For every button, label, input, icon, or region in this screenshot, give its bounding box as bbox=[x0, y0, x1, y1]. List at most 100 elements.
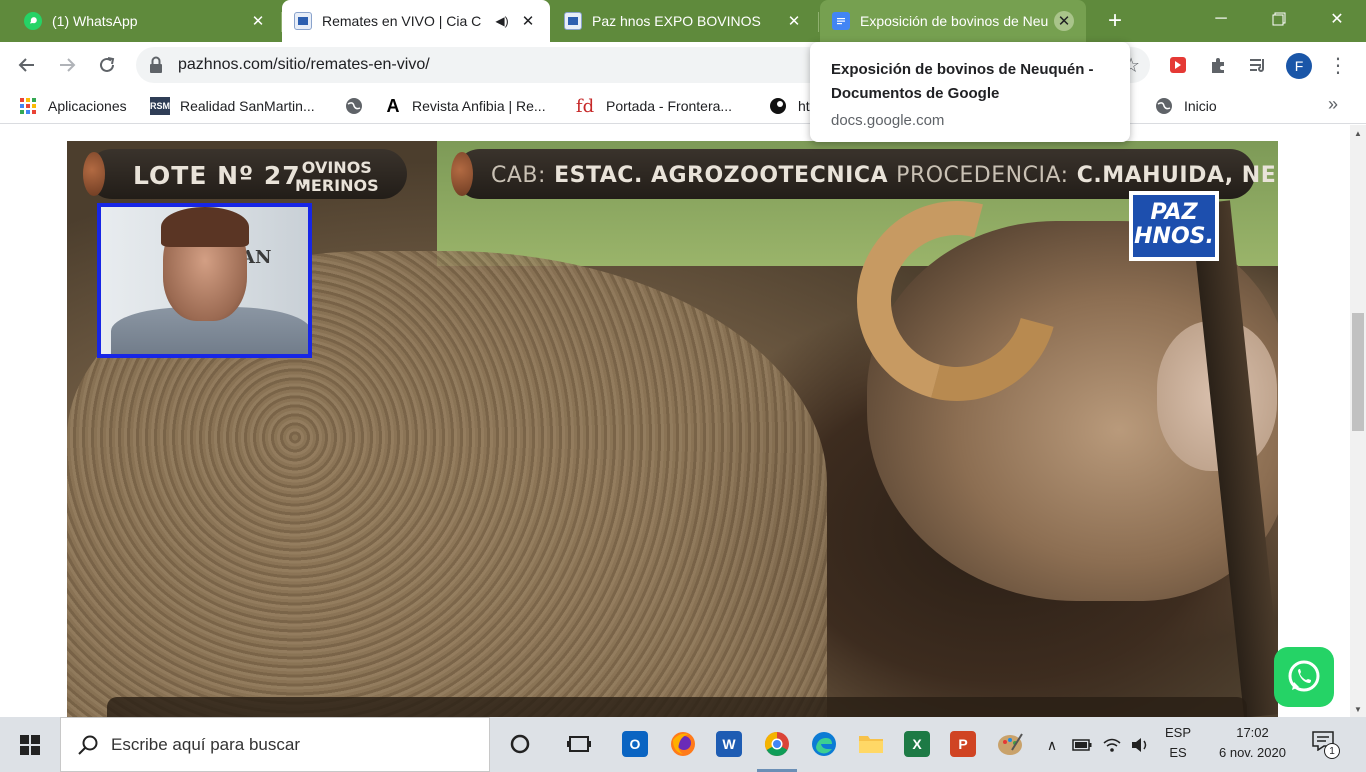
scroll-down-arrow-icon[interactable]: ▼ bbox=[1350, 701, 1366, 717]
start-button[interactable] bbox=[0, 717, 60, 772]
wifi-icon[interactable] bbox=[1100, 733, 1124, 757]
bookmarks-overflow-icon[interactable]: » bbox=[1328, 94, 1338, 115]
pazhnos-favicon bbox=[564, 12, 582, 30]
menu-kebab-icon[interactable]: ⋮ bbox=[1326, 51, 1350, 79]
google-docs-icon bbox=[832, 12, 850, 30]
picture-in-picture-presenter: AN bbox=[97, 203, 312, 358]
rsm-icon: RSM bbox=[150, 97, 170, 115]
lot-category: OVINOS MERINOS bbox=[295, 159, 379, 195]
bookmark-globe[interactable] bbox=[344, 95, 374, 117]
volume-icon[interactable] bbox=[1128, 733, 1152, 757]
show-hidden-icons-chevron-icon[interactable]: ∧ bbox=[1040, 733, 1064, 757]
bookmark-ht[interactable]: ht bbox=[768, 95, 810, 117]
search-icon bbox=[78, 735, 98, 755]
input-language-indicator[interactable]: ESP ES bbox=[1158, 723, 1198, 763]
origin-value: C.MAHUIDA, NEUQUÉN bbox=[1076, 163, 1278, 188]
notification-count-badge: 1 bbox=[1324, 743, 1340, 759]
taskbar-clock[interactable]: 17:02 6 nov. 2020 bbox=[1205, 723, 1300, 763]
origin-label: PROCEDENCIA: bbox=[896, 163, 1069, 188]
excel-icon[interactable]: X bbox=[900, 727, 934, 761]
close-tab-icon[interactable]: ✕ bbox=[784, 11, 804, 31]
action-center-button[interactable]: 1 bbox=[1312, 731, 1342, 759]
close-window-button[interactable]: ✕ bbox=[1312, 0, 1362, 38]
edge-icon[interactable] bbox=[807, 727, 841, 761]
back-button[interactable] bbox=[12, 50, 42, 80]
whatsapp-float-button[interactable] bbox=[1274, 647, 1334, 707]
close-tab-icon[interactable]: ✕ bbox=[248, 11, 268, 31]
bookmark-realidad-sanmartin[interactable]: RSM Realidad SanMartin... bbox=[150, 95, 315, 117]
fd-icon: fd bbox=[575, 95, 595, 117]
chrome-icon[interactable] bbox=[760, 727, 794, 761]
clock-date: 6 nov. 2020 bbox=[1219, 745, 1286, 760]
banner-cap bbox=[451, 152, 473, 196]
bookmark-label: Realidad SanMartin... bbox=[180, 98, 315, 114]
lot-banner: LOTE Nº 27. OVINOS MERINOS bbox=[83, 149, 407, 199]
extension-record-icon[interactable] bbox=[1166, 53, 1190, 77]
taskbar-search-box[interactable]: Escribe aquí para buscar bbox=[60, 717, 490, 772]
logo-line2: HNOS. bbox=[1134, 224, 1214, 249]
bookmark-label: Portada - Frontera... bbox=[606, 98, 733, 114]
page-content: LOTE Nº 27. OVINOS MERINOS CAB: ESTAC. A… bbox=[0, 125, 1350, 717]
file-explorer-icon[interactable] bbox=[854, 727, 888, 761]
globe-icon bbox=[344, 97, 364, 115]
bookmark-inicio[interactable]: Inicio bbox=[1154, 95, 1217, 117]
page-scrollbar[interactable]: ▲ ▼ bbox=[1350, 125, 1366, 717]
video-bottom-ticker bbox=[107, 697, 1247, 717]
firefox-icon[interactable] bbox=[666, 727, 700, 761]
lot-number: LOTE Nº 27. bbox=[133, 161, 312, 190]
bookmark-portada-frontera[interactable]: fd Portada - Frontera... bbox=[574, 95, 732, 117]
whatsapp-icon bbox=[1288, 660, 1320, 692]
bookmark-revista-anfibia[interactable]: A Revista Anfibia | Re... bbox=[384, 95, 546, 117]
lock-icon[interactable] bbox=[148, 56, 164, 74]
reload-button[interactable] bbox=[92, 50, 122, 80]
tab-expo-bovinos[interactable]: Paz hnos EXPO BOVINOS ✕ bbox=[552, 0, 816, 42]
close-tab-icon[interactable]: ✕ bbox=[1054, 11, 1074, 31]
keyboard-layout-code: ES bbox=[1169, 745, 1187, 760]
bookmark-apps[interactable]: Aplicaciones bbox=[18, 95, 127, 117]
bookmark-label: Revista Anfibia | Re... bbox=[412, 98, 546, 114]
scroll-up-arrow-icon[interactable]: ▲ bbox=[1350, 125, 1366, 141]
outlook-icon[interactable]: O bbox=[618, 727, 652, 761]
globe-icon bbox=[1154, 97, 1174, 115]
battery-icon[interactable] bbox=[1070, 733, 1094, 757]
bookmarks-bar: Aplicaciones RSM Realidad SanMartin... A… bbox=[0, 88, 1366, 124]
browser-toolbar: pazhnos.com/sitio/remates-en-vivo/ ☆ F ⋮ bbox=[0, 42, 1366, 88]
anfibia-icon: A bbox=[386, 95, 400, 116]
bookmark-label: ht bbox=[798, 98, 810, 114]
clock-time: 17:02 bbox=[1236, 725, 1269, 740]
forward-button[interactable] bbox=[52, 50, 82, 80]
language-code: ESP bbox=[1164, 725, 1191, 740]
windows-logo-icon bbox=[20, 734, 40, 755]
url-text[interactable]: pazhnos.com/sitio/remates-en-vivo/ bbox=[178, 56, 430, 74]
live-video-player[interactable]: LOTE Nº 27. OVINOS MERINOS CAB: ESTAC. A… bbox=[67, 141, 1278, 717]
tab-whatsapp[interactable]: (1) WhatsApp ✕ bbox=[12, 0, 280, 42]
paint-icon[interactable] bbox=[993, 727, 1027, 761]
new-tab-button[interactable]: + bbox=[1100, 6, 1130, 36]
profile-avatar[interactable]: F bbox=[1286, 53, 1312, 79]
scrollbar-thumb[interactable] bbox=[1352, 313, 1364, 431]
banner-cap bbox=[83, 152, 105, 196]
logo-line1: PAZ bbox=[1150, 200, 1198, 225]
tab-remates-en-vivo[interactable]: Remates en VIVO | Cia C ◀) ✕ bbox=[282, 0, 550, 42]
lot-category-line1: OVINOS bbox=[301, 158, 372, 177]
audio-playing-icon[interactable]: ◀) bbox=[492, 11, 512, 31]
powerpoint-icon[interactable]: P bbox=[946, 727, 980, 761]
bookmark-label: Inicio bbox=[1184, 98, 1217, 114]
pazhnos-logo: PAZ HNOS. bbox=[1129, 191, 1219, 261]
bookmark-label: Aplicaciones bbox=[48, 98, 127, 114]
pip-presenter-hair bbox=[161, 207, 249, 247]
maximize-button[interactable] bbox=[1254, 0, 1304, 38]
task-view-icon[interactable] bbox=[562, 727, 596, 761]
tab-title: Paz hnos EXPO BOVINOS bbox=[592, 13, 761, 29]
close-tab-icon[interactable]: ✕ bbox=[518, 11, 538, 31]
apps-grid-icon bbox=[18, 97, 38, 115]
tab-exposicion-bovinos-neuquen[interactable]: Exposición de bovinos de Neuquén ✕ bbox=[820, 0, 1086, 42]
cortana-icon[interactable] bbox=[503, 727, 537, 761]
extensions-puzzle-icon[interactable] bbox=[1206, 53, 1230, 77]
minimize-button[interactable]: ─ bbox=[1196, 0, 1246, 38]
cab-value: ESTAC. AGROZOOTECNICA bbox=[554, 163, 888, 188]
whatsapp-icon bbox=[24, 12, 42, 30]
media-controls-icon[interactable] bbox=[1246, 53, 1270, 77]
tooltip-url: docs.google.com bbox=[831, 112, 945, 129]
word-icon[interactable]: W bbox=[712, 727, 746, 761]
